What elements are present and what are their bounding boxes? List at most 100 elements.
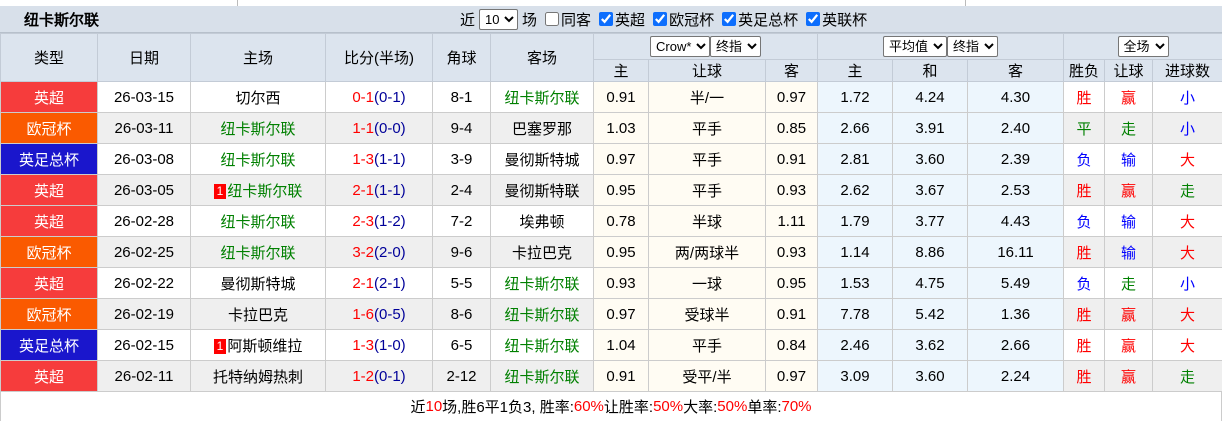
avg-away-odds-cell: 2.24 bbox=[967, 360, 1065, 392]
league-checkbox[interactable] bbox=[653, 12, 668, 26]
league-checkbox[interactable] bbox=[599, 12, 614, 26]
match-date-cell: 26-03-15 bbox=[97, 81, 191, 113]
away-team-name: 纽卡斯尔联 bbox=[504, 89, 580, 107]
away-team-name: 巴塞罗那 bbox=[511, 120, 572, 138]
result-handicap-cell: 赢 bbox=[1104, 329, 1154, 361]
table-row: 英足总杯 26-02-15 1 阿斯顿维拉 1-3(1-0) 6-5 纽卡斯尔联 1.04 平手… bbox=[0, 329, 1222, 361]
match-date-cell: 26-02-28 bbox=[97, 205, 191, 237]
league-filter[interactable]: 英超 bbox=[591, 9, 645, 30]
same-away-label: 同客 bbox=[561, 11, 592, 29]
footer-stat-value: 60% bbox=[573, 398, 604, 415]
avg-draw-odds-cell: 4.24 bbox=[892, 81, 969, 113]
footer-stat-value: 10 bbox=[425, 398, 443, 415]
away-team-name: 埃弗顿 bbox=[519, 213, 565, 231]
recent-count-select[interactable]: 10 bbox=[479, 8, 519, 30]
footer-stat-text: 场,胜6平1负3, 胜率: bbox=[442, 399, 574, 416]
footer-stat-text: 让胜率: bbox=[603, 399, 654, 416]
away-team-cell: 纽卡斯尔联 bbox=[490, 267, 594, 299]
result-wdl-cell: 胜 bbox=[1063, 329, 1106, 361]
league-label: 英足总杯 bbox=[738, 11, 799, 29]
rank-badge: 1 bbox=[213, 183, 227, 199]
result-handicap-cell: 输 bbox=[1104, 143, 1154, 175]
avg-away-odds-cell: 4.30 bbox=[967, 81, 1065, 113]
average-time-select[interactable]: 终指 bbox=[947, 36, 999, 57]
fulltime-score: 2-3 bbox=[352, 212, 374, 230]
match-date-cell: 26-02-25 bbox=[97, 236, 191, 268]
odds-company-select[interactable]: Crow* bbox=[650, 36, 710, 57]
result-goals-cell: 小 bbox=[1152, 81, 1222, 113]
footer-stat-text: 单率: bbox=[747, 399, 782, 416]
average-type-select[interactable]: 平均值 bbox=[883, 36, 948, 57]
league-label: 英联杯 bbox=[822, 11, 868, 29]
score-cell: 3-2(2-0) bbox=[325, 236, 433, 268]
home-team-name: 纽卡斯尔联 bbox=[227, 182, 303, 200]
result-handicap-cell: 赢 bbox=[1104, 81, 1154, 113]
home-team-cell: 托特纳姆热刺 bbox=[190, 360, 326, 392]
corner-cell: 8-1 bbox=[432, 81, 491, 113]
handicap-home-odds-cell: 0.95 bbox=[593, 174, 649, 206]
league-label: 英超 bbox=[615, 11, 646, 29]
handicap-home-odds-cell: 1.03 bbox=[593, 112, 649, 144]
handicap-line-cell: 受平/半 bbox=[648, 360, 766, 392]
corner-cell: 9-4 bbox=[432, 112, 491, 144]
league-label: 欧冠杯 bbox=[669, 11, 715, 29]
home-team-name: 纽卡斯尔联 bbox=[220, 151, 296, 169]
score-cell: 1-6(0-5) bbox=[325, 298, 433, 330]
match-table-body: 英超 26-03-15 切尔西 0-1(0-1) 8-1 纽卡斯尔联 0.91 半/一 0.97… bbox=[0, 81, 1222, 392]
col-type: 类型 bbox=[0, 33, 98, 82]
match-date-cell: 26-03-11 bbox=[97, 112, 191, 144]
league-type-cell: 欧冠杯 bbox=[0, 298, 98, 330]
home-team-name: 阿斯顿维拉 bbox=[227, 337, 303, 355]
away-team-name: 曼彻斯特城 bbox=[504, 151, 580, 169]
result-handicap-cell: 走 bbox=[1104, 112, 1154, 144]
result-wdl-cell: 胜 bbox=[1063, 236, 1106, 268]
same-away-checkbox[interactable] bbox=[545, 12, 560, 26]
league-filters: 英超 欧冠杯 英足总杯 英联杯 bbox=[591, 9, 867, 30]
away-team-name: 纽卡斯尔联 bbox=[504, 306, 580, 324]
home-team-cell: 纽卡斯尔联 bbox=[190, 205, 326, 237]
full-match-select[interactable]: 全场 bbox=[1117, 36, 1169, 57]
away-team-cell: 曼彻斯特联 bbox=[490, 174, 594, 206]
league-filter[interactable]: 英联杯 bbox=[798, 9, 867, 30]
table-row: 欧冠杯 26-02-19 卡拉巴克 1-6(0-5) 8-6 纽卡斯尔联 0.97 受球半 0.… bbox=[0, 298, 1222, 330]
score-cell: 1-3(1-1) bbox=[325, 143, 433, 175]
home-team-cell: 纽卡斯尔联 bbox=[190, 112, 326, 144]
home-team-name: 纽卡斯尔联 bbox=[220, 120, 296, 138]
avg-home-odds-cell: 1.79 bbox=[817, 205, 894, 237]
match-date-cell: 26-02-11 bbox=[97, 360, 191, 392]
fulltime-score: 0-1 bbox=[352, 88, 374, 106]
fulltime-score: 2-1 bbox=[352, 181, 374, 199]
score-cell: 0-1(0-1) bbox=[325, 81, 433, 113]
handicap-time-select[interactable]: 终指 bbox=[710, 36, 761, 57]
league-type-cell: 英超 bbox=[0, 267, 98, 299]
result-handicap-cell: 赢 bbox=[1104, 298, 1154, 330]
avg-away-odds-cell: 16.11 bbox=[967, 236, 1065, 268]
league-filter[interactable]: 欧冠杯 bbox=[645, 9, 714, 30]
league-type-cell: 英超 bbox=[0, 205, 98, 237]
handicap-line-cell: 半/一 bbox=[648, 81, 766, 113]
handicap-line-cell: 一球 bbox=[648, 267, 766, 299]
handicap-away-odds-cell: 0.95 bbox=[764, 267, 819, 299]
result-wdl-cell: 负 bbox=[1063, 143, 1106, 175]
avg-home-odds-cell: 2.81 bbox=[817, 143, 894, 175]
result-goals-cell: 大 bbox=[1152, 329, 1222, 361]
handicap-home-odds-cell: 0.97 bbox=[593, 298, 649, 330]
score-cell: 2-3(1-2) bbox=[325, 205, 433, 237]
away-team-name: 纽卡斯尔联 bbox=[504, 275, 580, 293]
handicap-line-cell: 半球 bbox=[648, 205, 766, 237]
avg-home-odds-cell: 7.78 bbox=[817, 298, 894, 330]
result-wdl-cell: 胜 bbox=[1063, 81, 1106, 113]
halftime-score: (2-0) bbox=[374, 243, 406, 261]
handicap-away-odds-cell: 0.85 bbox=[764, 112, 819, 144]
fulltime-score: 1-1 bbox=[352, 119, 374, 137]
league-filter[interactable]: 英足总杯 bbox=[714, 9, 798, 30]
avg-home-odds-cell: 3.09 bbox=[817, 360, 894, 392]
home-team-cell: 纽卡斯尔联 bbox=[190, 236, 326, 268]
league-checkbox[interactable] bbox=[806, 12, 821, 26]
league-checkbox[interactable] bbox=[722, 12, 737, 26]
fulltime-score: 1-3 bbox=[352, 150, 374, 168]
home-team-name: 卡拉巴克 bbox=[227, 306, 288, 324]
avg-away-odds-cell: 2.53 bbox=[967, 174, 1065, 206]
same-away-filter[interactable]: 同客 bbox=[537, 9, 591, 30]
handicap-home-odds-cell: 1.04 bbox=[593, 329, 649, 361]
